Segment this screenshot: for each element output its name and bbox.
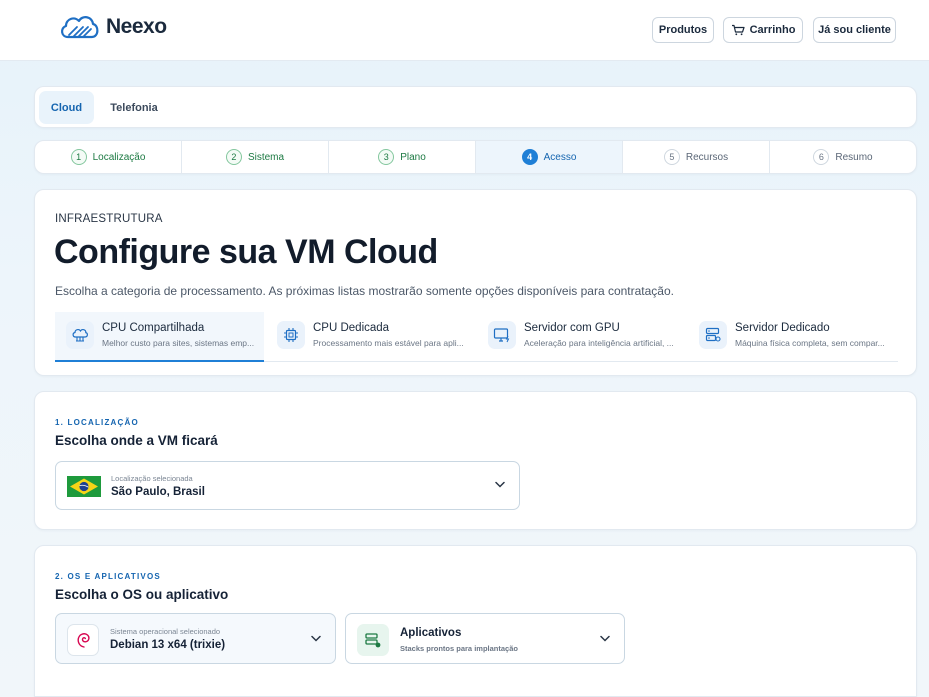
apps-select[interactable]: Aplicativos Stacks prontos para implanta… <box>345 613 625 664</box>
server-rack-icon <box>699 321 727 349</box>
step-plano[interactable]: 3 Plano <box>329 141 476 173</box>
category-desc: Melhor custo para sites, sistemas emp... <box>102 338 255 348</box>
category-name: CPU Dedicada <box>313 322 390 334</box>
carrinho-button[interactable]: Carrinho <box>723 17 803 43</box>
step-number: 5 <box>663 149 680 165</box>
category-servidor-dedicado[interactable]: Servidor Dedicado Máquina física complet… <box>688 312 897 362</box>
tab-telefonia-label: Telefonia <box>110 101 158 114</box>
product-tabs: Cloud Telefonia <box>34 86 917 128</box>
step-acesso[interactable]: 4 Acesso <box>476 141 623 173</box>
step-number: 6 <box>813 149 830 165</box>
category-cpu-dedicada[interactable]: CPU Dedicada Processamento mais estável … <box>266 312 475 362</box>
step-label: Acesso <box>543 151 577 163</box>
apps-title: Aplicativos <box>400 627 462 639</box>
page-title: Configure sua VM Cloud <box>54 233 438 271</box>
top-navigation-bar: Neexo Produtos Carrinho Já sou cliente <box>0 0 929 61</box>
location-select[interactable]: Localização selecionada São Paulo, Brasi… <box>55 461 520 510</box>
selected-os: Debian 13 x64 (trixie) <box>110 639 226 651</box>
step-localizacao[interactable]: 1 Localização <box>35 141 182 173</box>
brand-logo[interactable]: Neexo <box>58 13 167 41</box>
ja-sou-cliente-button[interactable]: Já sou cliente <box>813 17 896 43</box>
category-name: Servidor Dedicado <box>735 322 830 334</box>
step-number: 3 <box>378 149 395 165</box>
section-title: Escolha onde a VM ficará <box>55 433 218 448</box>
step-label: Plano <box>400 151 426 163</box>
hero-eyebrow: INFRAESTRUTURA <box>55 213 163 225</box>
category-desc: Máquina física completa, sem compar... <box>735 338 885 348</box>
step-number: 2 <box>225 149 242 165</box>
brazil-flag-icon <box>67 476 101 497</box>
category-desc: Processamento mais estável para apli... <box>313 338 464 348</box>
selected-location: São Paulo, Brasil <box>111 486 205 498</box>
monitor-gpu-icon <box>488 321 516 349</box>
category-desc: Aceleração para inteligência artificial,… <box>524 338 674 348</box>
step-label: Localização <box>92 151 146 163</box>
brand-name: Neexo <box>106 15 167 38</box>
carrinho-label: Carrinho <box>749 24 796 36</box>
section-eyebrow: 1. LOCALIZAÇÃO <box>55 418 139 427</box>
page-subtitle: Escolha a categoria de processamento. As… <box>55 284 674 298</box>
step-resumo[interactable]: 6 Resumo <box>770 141 916 173</box>
step-recursos[interactable]: 5 Recursos <box>623 141 770 173</box>
cart-icon <box>731 24 745 36</box>
section-title: Escolha o OS ou aplicativo <box>55 587 229 602</box>
category-name: CPU Compartilhada <box>102 322 205 334</box>
os-section: 2. OS E APLICATIVOS Escolha o OS ou apli… <box>34 545 917 697</box>
wizard-steps: 1 Localização 2 Sistema 3 Plano 4 Acesso… <box>34 140 917 174</box>
step-number: 1 <box>70 149 87 165</box>
tab-cloud[interactable]: Cloud <box>39 91 94 124</box>
tab-telefonia[interactable]: Telefonia <box>101 91 167 124</box>
tab-cloud-label: Cloud <box>50 101 83 114</box>
category-cpu-compartilhada[interactable]: CPU Compartilhada Melhor custo para site… <box>55 312 264 362</box>
cloud-network-icon <box>66 321 94 349</box>
apps-subtitle: Stacks prontos para implantação <box>400 644 518 653</box>
chevron-down-icon <box>600 635 610 642</box>
category-tabs: CPU Compartilhada Melhor custo para site… <box>55 312 898 362</box>
debian-logo-icon <box>67 624 99 656</box>
cliente-label: Já sou cliente <box>818 24 891 36</box>
step-label: Sistema <box>247 151 285 163</box>
step-label: Recursos <box>685 151 729 163</box>
category-servidor-gpu[interactable]: Servidor com GPU Aceleração para intelig… <box>477 312 686 362</box>
chevron-down-icon <box>311 635 321 642</box>
apps-stack-icon <box>357 624 389 656</box>
chevron-down-icon <box>495 481 505 488</box>
cpu-chip-icon <box>277 321 305 349</box>
produtos-button[interactable]: Produtos <box>652 17 714 43</box>
os-select[interactable]: Sistema operacional selecionado Debian 1… <box>55 613 336 664</box>
select-caption: Sistema operacional selecionado <box>110 627 221 636</box>
cloud-logo-icon <box>61 16 99 39</box>
select-caption: Localização selecionada <box>111 474 193 483</box>
produtos-label: Produtos <box>658 24 708 36</box>
category-name: Servidor com GPU <box>524 322 620 334</box>
hero-section: INFRAESTRUTURA Configure sua VM Cloud Es… <box>34 189 917 376</box>
section-eyebrow: 2. OS E APLICATIVOS <box>55 572 161 581</box>
step-number: 4 <box>521 149 538 165</box>
step-sistema[interactable]: 2 Sistema <box>182 141 329 173</box>
location-section: 1. LOCALIZAÇÃO Escolha onde a VM ficará … <box>34 391 917 530</box>
step-label: Resumo <box>835 151 873 163</box>
